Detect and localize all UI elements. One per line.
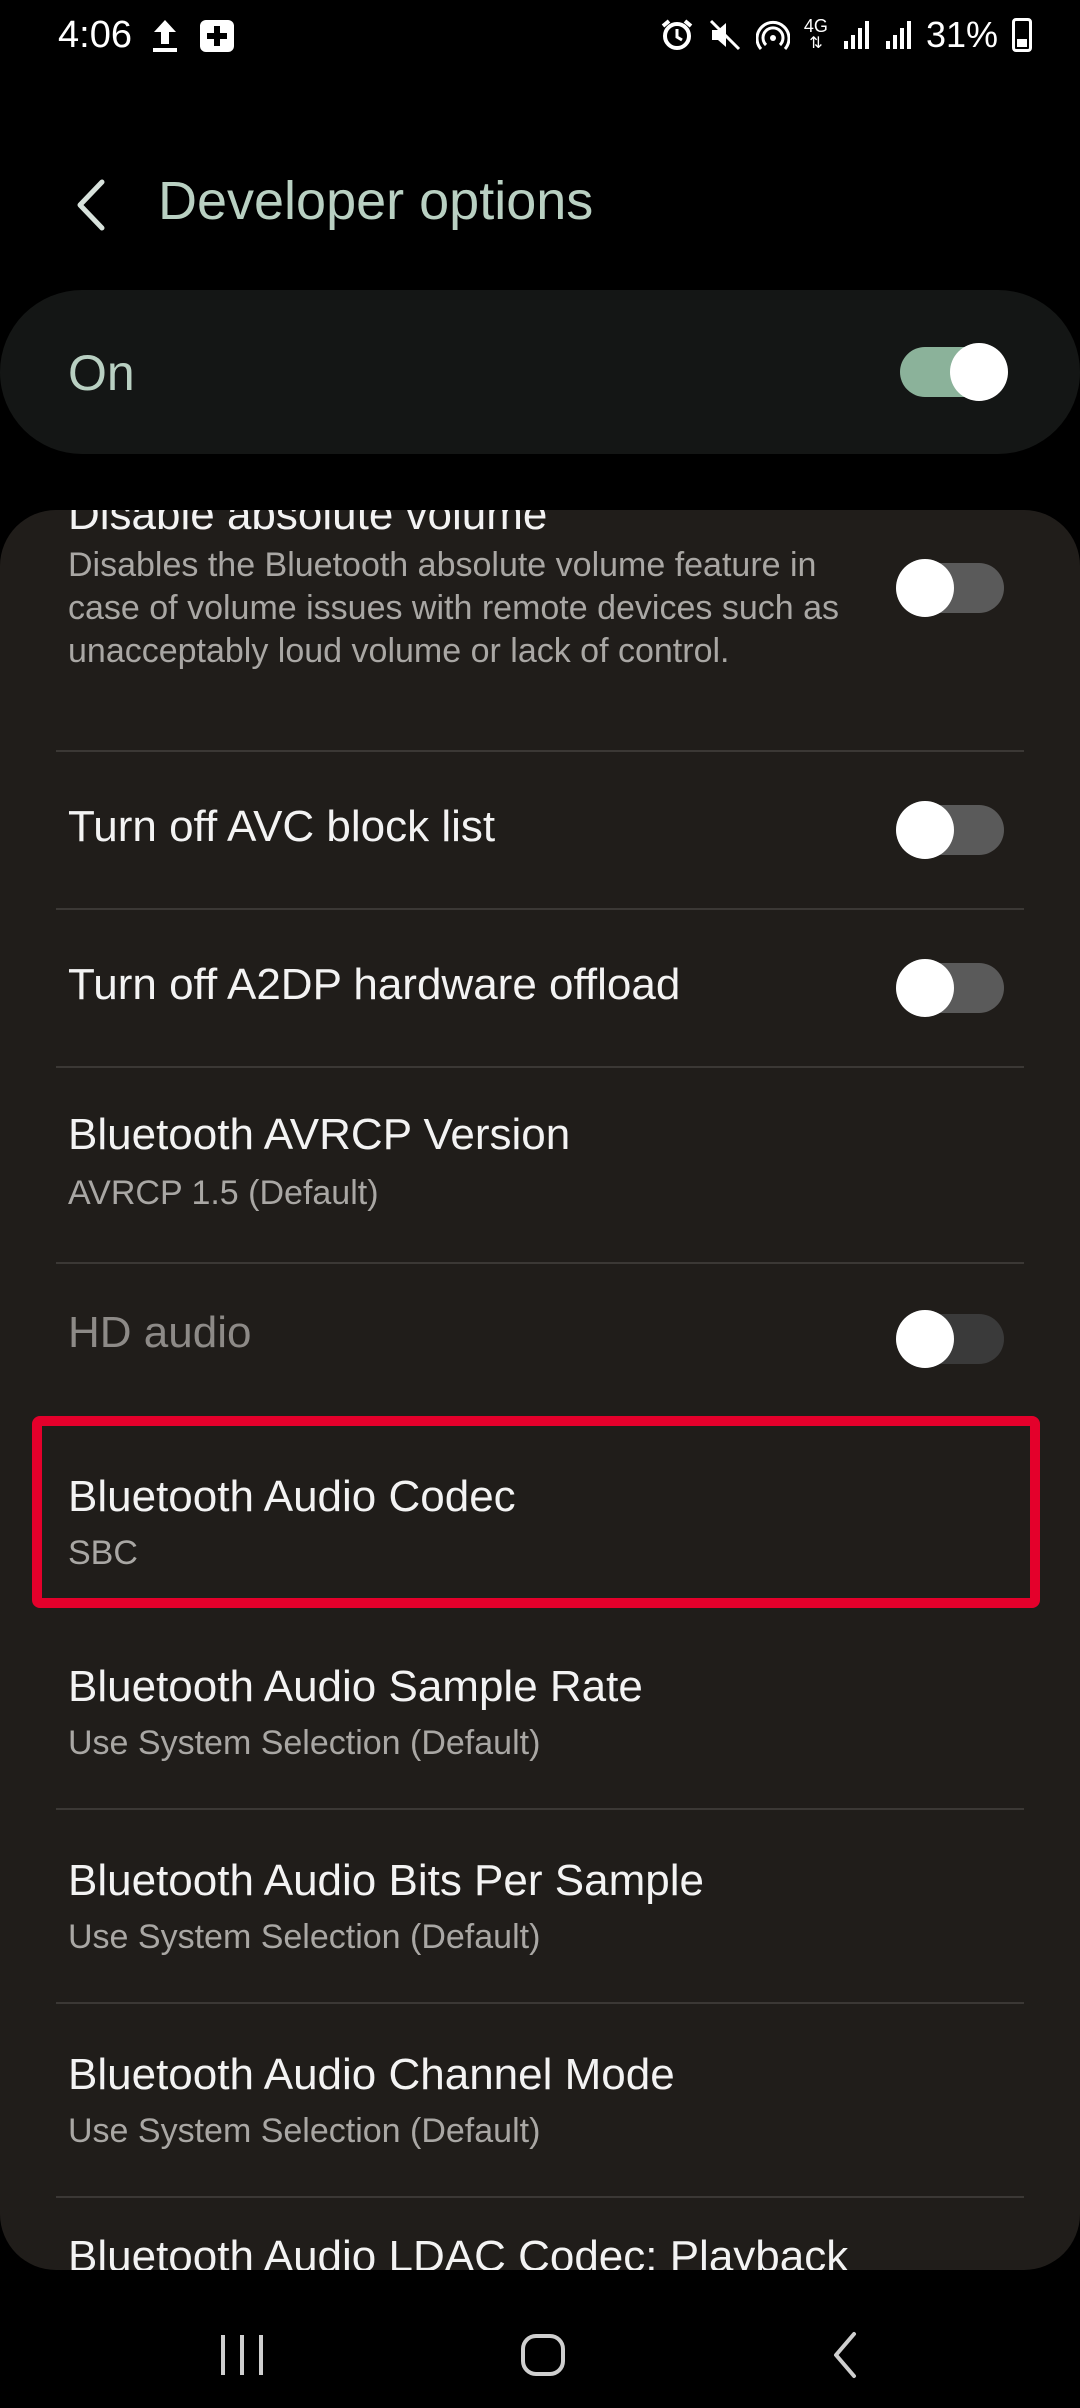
network-4g-icon: 4G ⇅ bbox=[803, 16, 828, 52]
back-nav-button[interactable] bbox=[806, 2320, 886, 2390]
a2dp-offload-toggle[interactable] bbox=[896, 959, 1004, 1017]
master-switch-row[interactable]: On bbox=[0, 290, 1080, 454]
back-button[interactable] bbox=[64, 170, 124, 240]
home-button[interactable] bbox=[504, 2320, 584, 2390]
setting-disable-absolute-volume[interactable]: Disable absolute volume Disables the Blu… bbox=[0, 510, 1080, 760]
setting-title: Disable absolute volume bbox=[68, 510, 548, 539]
setting-avrcp-version[interactable]: Bluetooth AVRCP Version AVRCP 1.5 (Defau… bbox=[0, 1068, 1080, 1262]
setting-value: Use System Selection (Default) bbox=[68, 1918, 541, 1956]
setting-value: AVRCP 1.5 (Default) bbox=[68, 1174, 379, 1212]
setting-title: Bluetooth Audio LDAC Codec: Playback bbox=[68, 2232, 849, 2270]
avc-block-list-toggle[interactable] bbox=[896, 801, 1004, 859]
upload-icon bbox=[150, 18, 180, 54]
hotspot-icon bbox=[755, 18, 790, 52]
status-time: 4:06 bbox=[58, 14, 132, 56]
setting-title: Bluetooth Audio Sample Rate bbox=[68, 1662, 643, 1711]
back-icon bbox=[834, 2332, 856, 2378]
setting-title: Bluetooth Audio Bits Per Sample bbox=[68, 1856, 704, 1905]
app-header: Developer options bbox=[0, 150, 1080, 260]
status-bar: 4:06 4G ⇅ 31% bbox=[0, 0, 1080, 76]
setting-sample-rate[interactable]: Bluetooth Audio Sample Rate Use System S… bbox=[0, 1620, 1080, 1816]
setting-value: Use System Selection (Default) bbox=[68, 2112, 541, 2150]
setting-title: Turn off AVC block list bbox=[68, 802, 496, 851]
settings-list: Disable absolute volume Disables the Blu… bbox=[0, 510, 1080, 2270]
setting-a2dp-offload[interactable]: Turn off A2DP hardware offload bbox=[0, 910, 1080, 1066]
hd-audio-toggle bbox=[896, 1310, 1004, 1368]
master-switch-label: On bbox=[68, 345, 135, 401]
recent-apps-button[interactable] bbox=[202, 2320, 282, 2390]
page-title: Developer options bbox=[158, 171, 594, 231]
setting-channel-mode[interactable]: Bluetooth Audio Channel Mode Use System … bbox=[0, 2004, 1080, 2198]
setting-ldac-playback[interactable]: Bluetooth Audio LDAC Codec: Playback bbox=[0, 2198, 1080, 2270]
setting-hd-audio: HD audio bbox=[0, 1264, 1080, 1414]
setting-description: Disables the Bluetooth absolute volume f… bbox=[68, 546, 840, 670]
mute-icon bbox=[708, 18, 742, 52]
battery-percent: 31% bbox=[925, 14, 998, 55]
battery-icon bbox=[1012, 18, 1032, 52]
navigation-bar bbox=[0, 2290, 1080, 2408]
setting-value: Use System Selection (Default) bbox=[68, 1724, 541, 1762]
disable-absolute-volume-toggle[interactable] bbox=[896, 559, 1004, 617]
setting-title: Turn off A2DP hardware offload bbox=[68, 960, 681, 1009]
signal-icon bbox=[884, 19, 912, 51]
signal-icon bbox=[842, 19, 870, 51]
setting-bits-per-sample[interactable]: Bluetooth Audio Bits Per Sample Use Syst… bbox=[0, 1810, 1080, 2004]
home-icon bbox=[521, 2334, 565, 2376]
setting-title: HD audio bbox=[68, 1308, 252, 1357]
highlight-box bbox=[32, 1416, 1040, 1608]
chevron-left-icon bbox=[77, 179, 105, 231]
recents-icon bbox=[221, 2335, 263, 2375]
alarm-icon bbox=[660, 18, 694, 52]
plus-box-icon bbox=[198, 18, 236, 54]
setting-title: Bluetooth AVRCP Version bbox=[68, 1110, 571, 1159]
setting-title: Bluetooth Audio Channel Mode bbox=[68, 2050, 675, 2099]
master-toggle[interactable] bbox=[900, 343, 1008, 401]
setting-avc-block-list[interactable]: Turn off AVC block list bbox=[0, 752, 1080, 908]
